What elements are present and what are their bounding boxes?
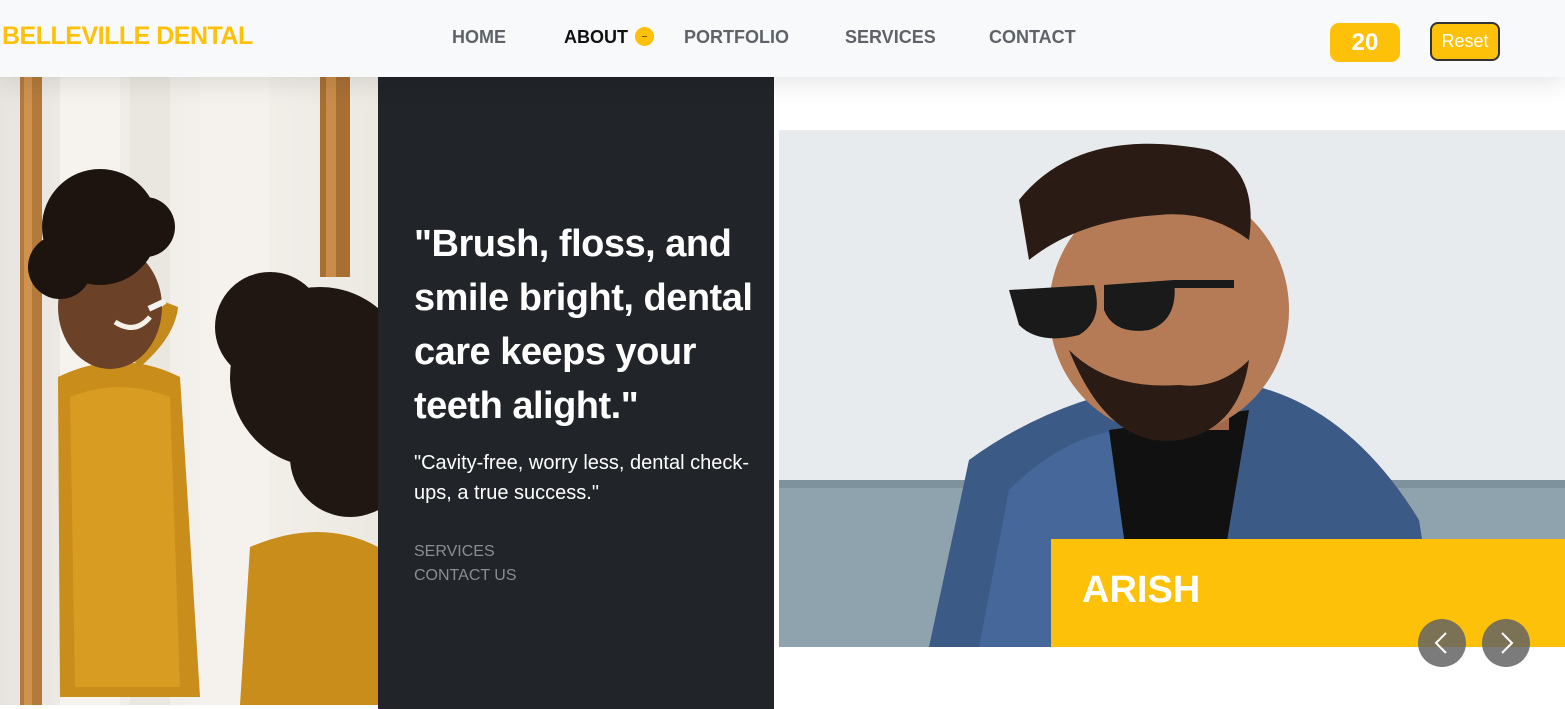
counter-badge: 20 [1330,23,1400,62]
nav-item-services[interactable]: SERVICES [845,27,936,48]
chevron-left-icon [1434,632,1447,654]
navbar: BELLEVILLE DENTAL HOME ABOUT PORTFOLIO S… [0,0,1565,77]
active-indicator-icon [635,27,654,46]
hero-quote: "Brush, floss, and smile bright, dental … [414,223,753,427]
prev-button[interactable] [1418,619,1466,667]
next-button[interactable] [1482,619,1530,667]
testimonial-name: ARISH [1082,569,1201,611]
hero-subquote: "Cavity-free, worry less, dental check-u… [414,452,749,504]
reset-button[interactable]: Reset [1430,22,1500,61]
child-mirror-photo [0,77,378,705]
brand-logo[interactable]: BELLEVILLE DENTAL [2,22,253,51]
chevron-right-icon [1501,632,1514,654]
nav-item-portfolio[interactable]: PORTFOLIO [684,27,789,48]
nav-item-about[interactable]: ABOUT [564,27,628,48]
child-mirror-illustration [20,77,378,705]
nav-item-contact[interactable]: CONTACT [989,27,1076,48]
services-link[interactable]: SERVICES [414,543,495,561]
quote-panel: "Brush, floss, and smile bright, dental … [378,77,774,709]
nav-item-home[interactable]: HOME [452,27,506,48]
contact-us-link[interactable]: CONTACT US [414,567,517,585]
